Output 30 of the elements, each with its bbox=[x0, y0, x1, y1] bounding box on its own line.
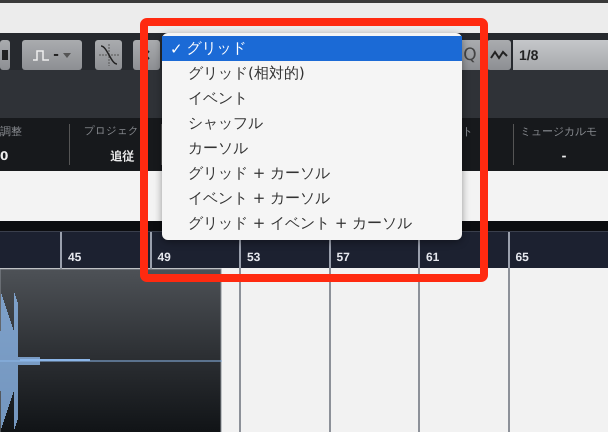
bar-number: 49 bbox=[158, 250, 171, 264]
bar-number: 61 bbox=[426, 250, 440, 264]
bar-number: 65 bbox=[516, 250, 529, 264]
info-value: - bbox=[562, 149, 566, 163]
curve-button[interactable] bbox=[95, 40, 122, 70]
menu-item[interactable]: グリッド + カーソル bbox=[162, 161, 462, 186]
info-label: ミュージカルモ bbox=[520, 124, 597, 139]
menu-item[interactable]: シャッフル bbox=[162, 111, 462, 136]
menu-item[interactable]: ✓ グリッド bbox=[162, 36, 462, 61]
audio-event[interactable] bbox=[0, 268, 222, 432]
bar-number: 45 bbox=[68, 250, 82, 264]
square-icon bbox=[2, 50, 8, 60]
toolbar-button[interactable] bbox=[0, 40, 10, 70]
pulse-icon bbox=[33, 49, 50, 61]
info-value: 0 bbox=[0, 149, 8, 163]
wave-icon bbox=[490, 50, 508, 60]
curve-icon bbox=[98, 44, 118, 66]
info-value: 追従 bbox=[110, 148, 134, 165]
caret-icon bbox=[62, 52, 71, 58]
menu-item[interactable]: カーソル bbox=[162, 136, 462, 161]
snap-type-dropdown[interactable]: - bbox=[22, 40, 82, 70]
bar-number: 53 bbox=[247, 250, 260, 264]
menu-item[interactable]: イベント + カーソル bbox=[162, 186, 462, 211]
info-label: 調整 bbox=[0, 124, 22, 139]
bar-number: 57 bbox=[336, 250, 350, 264]
info-label: プロジェク bbox=[84, 124, 139, 138]
quantize-field[interactable]: 1/8 bbox=[513, 40, 608, 70]
menu-item[interactable]: イベント bbox=[162, 86, 462, 111]
info-label: ト bbox=[462, 124, 473, 139]
wave-button[interactable] bbox=[487, 40, 511, 70]
